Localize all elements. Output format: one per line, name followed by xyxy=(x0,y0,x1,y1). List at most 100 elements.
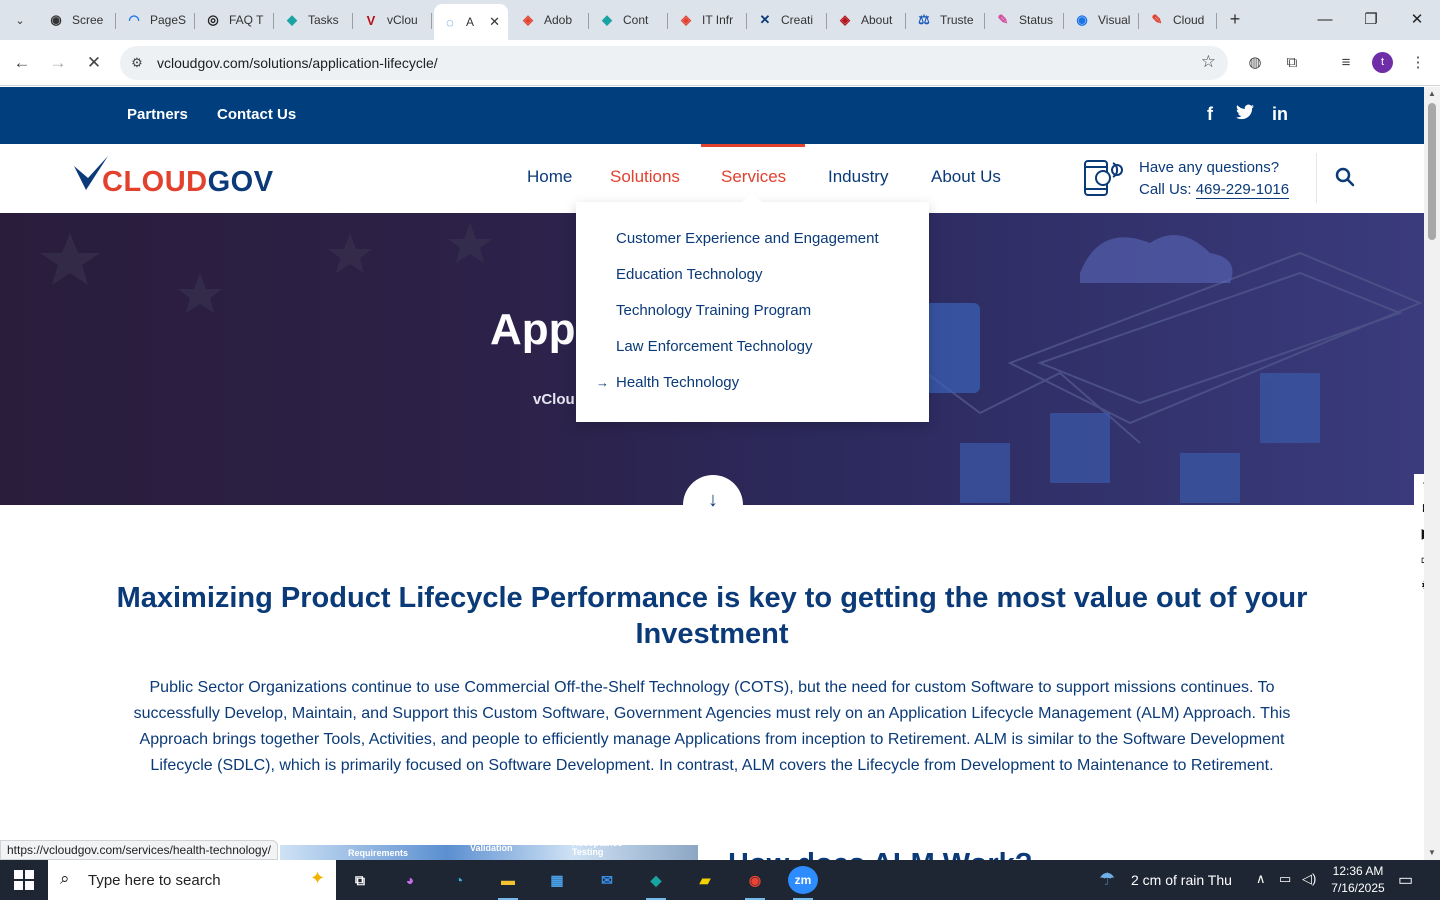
tab-separator xyxy=(667,13,668,29)
arrow-down-icon: ↓ xyxy=(708,489,718,511)
store-icon[interactable]: ▦ xyxy=(542,866,572,894)
nav-solutions[interactable]: Solutions xyxy=(610,167,680,187)
address-bar[interactable]: ⚙ vcloudgov.com/solutions/application-li… xyxy=(120,46,1228,80)
browser-tab[interactable]: ◉ Scree xyxy=(40,6,116,34)
top-strip: Partners Contact Us f in xyxy=(0,87,1424,144)
zoom-icon[interactable]: zm xyxy=(788,866,818,900)
chrome-icon[interactable]: ◉ xyxy=(740,866,770,900)
media-control-icon[interactable]: ≡ xyxy=(1335,52,1357,74)
close-window-button[interactable]: ✕ xyxy=(1394,0,1440,40)
browser-tab[interactable]: ◆ Tasks xyxy=(276,6,353,34)
dropdown-item-law-enforcement[interactable]: Law Enforcement Technology xyxy=(616,338,813,355)
scroll-down-button[interactable]: ↓ xyxy=(683,475,743,535)
back-button[interactable]: ← xyxy=(10,51,34,75)
diagram-label-requirements: Requirements xyxy=(348,848,409,858)
translate-icon[interactable]: ◍ xyxy=(1244,52,1266,74)
browser-tab[interactable]: ◌ A ✕ xyxy=(434,4,508,40)
weather-text[interactable]: 2 cm of rain Thu xyxy=(1131,872,1232,888)
windows-start-icon[interactable] xyxy=(14,870,34,890)
browser-tab[interactable]: ✎ Status xyxy=(987,6,1064,34)
twitter-icon[interactable] xyxy=(1234,104,1256,125)
tab-separator xyxy=(1216,13,1217,29)
tab-separator xyxy=(826,13,827,29)
tab-label: Cloud xyxy=(1173,13,1205,27)
browser-tab[interactable]: VvClou xyxy=(355,6,432,34)
tray-chevron-icon[interactable]: ∧ xyxy=(1256,871,1266,887)
nav-about-us[interactable]: About Us xyxy=(931,167,1001,187)
tab-close-icon[interactable]: ✕ xyxy=(489,14,500,30)
linkedin-icon[interactable]: in xyxy=(1269,104,1291,125)
profile-avatar[interactable]: t xyxy=(1372,52,1393,73)
edge-icon[interactable]: ◔ xyxy=(444,866,474,894)
section-heading: Maximizing Product Lifecycle Performance… xyxy=(116,582,1308,650)
browser-tab[interactable]: ◉ Visual xyxy=(1066,6,1139,34)
call-us-prefix: Call Us: xyxy=(1139,181,1196,198)
tab-label: FAQ T xyxy=(229,13,264,27)
browser-tab[interactable]: ◈ About xyxy=(829,6,906,34)
tab-separator xyxy=(352,13,353,29)
clock-date: 7/16/2025 xyxy=(1331,881,1385,895)
nav-home[interactable]: Home xyxy=(527,167,572,187)
dropdown-item-health-technology[interactable]: Health Technology xyxy=(616,374,739,391)
app-diamond-icon[interactable]: ◆ xyxy=(641,866,671,900)
browser-menu-icon[interactable]: ⋮ xyxy=(1407,52,1429,74)
tab-separator xyxy=(273,13,274,29)
restore-button[interactable]: ❐ xyxy=(1348,0,1394,40)
browser-tab[interactable]: ◆ Cont xyxy=(591,6,668,34)
browser-tab[interactable]: ✕ Creati xyxy=(749,6,827,34)
stop-loading-button[interactable]: ✕ xyxy=(82,51,106,75)
extensions-icon[interactable]: ⧉ xyxy=(1281,52,1303,74)
tab-favicon-icon: ◉ xyxy=(1076,12,1088,27)
browser-tab[interactable]: ◈ IT Infr xyxy=(670,6,747,34)
bookmark-star-icon[interactable]: ☆ xyxy=(1201,52,1216,72)
system-clock[interactable]: 12:36 AM 7/16/2025 xyxy=(1330,863,1386,897)
taskbar-search-box[interactable]: ⌕ Type here to search ✦ xyxy=(48,860,336,900)
partners-link[interactable]: Partners xyxy=(127,106,188,123)
tab-label: Status xyxy=(1019,13,1054,27)
minimize-button[interactable]: — xyxy=(1302,0,1348,40)
windows-taskbar: ⌕ Type here to search ✦ ⧉ ◕ ◔ ▬ ▦ ✉ ◆ ▰ … xyxy=(0,860,1440,900)
nav-industry[interactable]: Industry xyxy=(828,167,888,187)
tab-label: Tasks xyxy=(308,13,339,27)
logo-text-cloud: CLOUD xyxy=(102,166,208,198)
dropdown-item-education-technology[interactable]: Education Technology xyxy=(616,266,763,283)
diagram-label-acceptance: Acceptance Testing xyxy=(572,838,623,857)
browser-tab[interactable]: ◎ FAQ T xyxy=(197,6,274,34)
dropdown-item-customer-experience[interactable]: Customer Experience and Engagement xyxy=(616,230,879,247)
copilot-icon[interactable]: ◕ xyxy=(395,866,425,894)
file-explorer-icon[interactable]: ▬ xyxy=(493,866,523,900)
facebook-icon[interactable]: f xyxy=(1199,104,1221,125)
search-icon[interactable] xyxy=(1335,167,1355,187)
browser-tab[interactable]: ⚖ Truste xyxy=(908,6,985,34)
task-view-icon[interactable]: ⧉ xyxy=(345,866,375,894)
phone-link[interactable]: 469-229-1016 xyxy=(1195,181,1290,199)
scroll-down-arrow-icon[interactable]: ▼ xyxy=(1424,846,1440,860)
hero-breadcrumb: vClou xyxy=(533,391,575,408)
tab-favicon-icon: ✕ xyxy=(759,12,771,27)
notification-icon[interactable]: ▭ xyxy=(1398,870,1413,890)
page-scrollbar[interactable]: ▲ ▼ xyxy=(1424,87,1440,860)
tab-label: A xyxy=(466,15,475,29)
tab-separator xyxy=(431,13,432,29)
volume-icon[interactable]: ◁) xyxy=(1302,871,1316,887)
url-text[interactable]: vcloudgov.com/solutions/application-life… xyxy=(157,55,438,71)
alm-diagram-image: Requirements Validation Acceptance Testi… xyxy=(280,839,698,860)
scroll-up-arrow-icon[interactable]: ▲ xyxy=(1424,87,1440,101)
browser-tab[interactable]: ◠ PageS xyxy=(118,6,195,34)
network-icon[interactable]: ▭ xyxy=(1279,871,1291,887)
tab-label: vClou xyxy=(387,13,418,27)
site-info-icon[interactable]: ⚙ xyxy=(128,54,146,72)
mail-icon[interactable]: ✉ xyxy=(592,866,622,894)
contact-us-link[interactable]: Contact Us xyxy=(217,106,296,123)
new-tab-button[interactable]: + xyxy=(1226,8,1244,32)
tab-search-chevron-icon[interactable]: ⌄ xyxy=(8,8,32,32)
sticky-notes-icon[interactable]: ▰ xyxy=(690,866,720,894)
forward-button[interactable]: → xyxy=(46,51,70,75)
scrollbar-thumb[interactable] xyxy=(1428,103,1436,240)
dropdown-item-training-program[interactable]: Technology Training Program xyxy=(616,302,811,319)
nav-services[interactable]: Services xyxy=(721,167,786,187)
vcloudgov-logo[interactable]: CLOUDGOV xyxy=(72,156,273,200)
browser-tab[interactable]: ✎ Cloud xyxy=(1141,6,1217,34)
browser-tab[interactable]: ◈ Adob xyxy=(512,6,589,34)
tab-label: IT Infr xyxy=(702,13,734,27)
